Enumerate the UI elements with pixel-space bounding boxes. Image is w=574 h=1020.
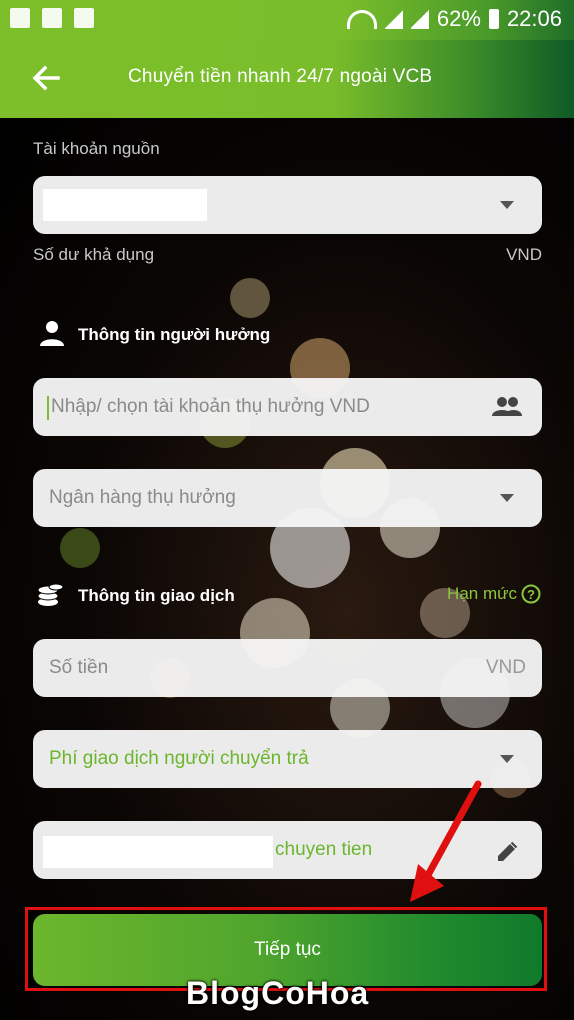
text-cursor	[47, 396, 49, 420]
coins-icon	[37, 583, 64, 606]
app-notification-icon	[74, 8, 94, 28]
transaction-section-title: Thông tin giao dịch	[78, 586, 235, 605]
redacted-account	[43, 189, 207, 221]
amount-currency: VND	[485, 657, 526, 678]
person-icon	[40, 321, 64, 346]
arrow-left-icon	[32, 65, 60, 91]
amount-placeholder: Số tiền	[49, 657, 109, 678]
message-notification-icon	[42, 8, 62, 28]
signal-2-icon	[410, 9, 429, 29]
beneficiary-account-placeholder: Nhập/ chọn tài khoản thụ hưởng VND	[51, 396, 370, 417]
chevron-down-icon	[500, 201, 514, 209]
annotation-arrow-icon	[410, 780, 482, 902]
balance-currency: VND	[506, 245, 542, 264]
gallery-notification-icon	[10, 8, 30, 28]
redacted-note	[43, 836, 273, 868]
beneficiary-bank-placeholder: Ngân hàng thụ hưởng	[49, 487, 236, 508]
source-account-label: Tài khoản nguồn	[33, 139, 160, 158]
note-suffix: chuyen tien	[275, 839, 373, 860]
limit-link[interactable]: Hạn mức ?	[447, 584, 541, 604]
limit-link-label: Hạn mức	[447, 584, 517, 603]
clock: 22:06	[506, 6, 562, 31]
page-title: Chuyển tiền nhanh 24/7 ngoài VCB	[128, 66, 433, 87]
signal-icon	[384, 9, 403, 29]
svg-text:?: ?	[527, 587, 535, 602]
help-circle-icon: ?	[521, 584, 541, 604]
battery-icon	[488, 9, 499, 29]
chevron-down-icon	[500, 494, 514, 502]
contacts-icon[interactable]	[492, 396, 522, 418]
beneficiary-bank-select[interactable]: Ngân hàng thụ hưởng	[33, 469, 542, 527]
battery-percent: 62%	[436, 6, 481, 31]
source-account-select[interactable]	[33, 176, 542, 234]
beneficiary-section-title: Thông tin người hưởng	[78, 325, 271, 344]
wifi-icon	[346, 9, 377, 29]
back-button[interactable]	[28, 60, 64, 96]
watermark: BlogCoHoa	[186, 975, 370, 1011]
status-bar: 62% 22:06	[0, 0, 574, 40]
app-header: Chuyển tiền nhanh 24/7 ngoài VCB	[0, 40, 574, 118]
available-balance-label: Số dư khả dụng	[33, 245, 155, 264]
amount-input[interactable]: Số tiền VND	[33, 639, 542, 697]
fee-option-value: Phí giao dịch người chuyển trả	[49, 748, 309, 769]
beneficiary-account-input[interactable]: Nhập/ chọn tài khoản thụ hưởng VND	[33, 378, 542, 436]
chevron-down-icon	[500, 755, 514, 763]
